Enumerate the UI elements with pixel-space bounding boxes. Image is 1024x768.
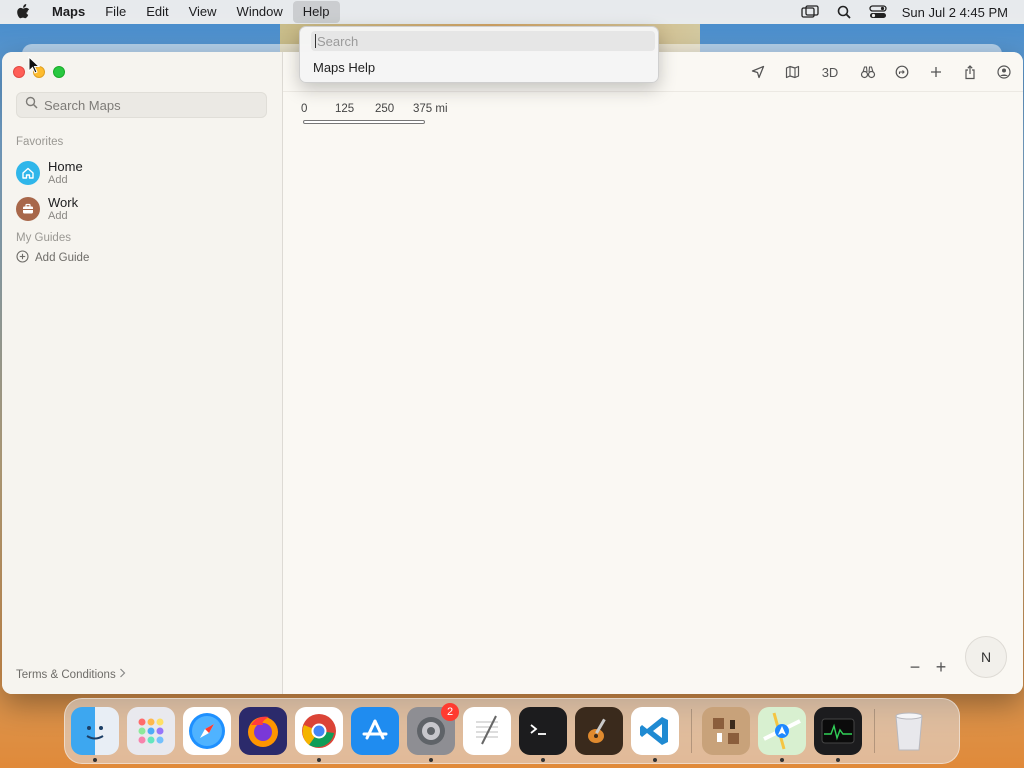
map-scale: 0 125 250 375 mi	[301, 103, 471, 124]
3d-button[interactable]: 3D	[813, 61, 847, 83]
dock-separator-2	[874, 709, 875, 753]
zoom-controls: − +	[905, 657, 951, 677]
favorite-work-sub: Add	[48, 210, 68, 222]
favorite-work[interactable]: Work Add	[16, 195, 78, 223]
menu-file[interactable]: File	[95, 1, 136, 23]
chess-icon[interactable]	[702, 707, 750, 755]
dock: 2	[64, 698, 960, 764]
apple-menu-icon[interactable]	[16, 4, 42, 20]
activity-monitor-icon[interactable]	[814, 707, 862, 762]
terms-and-conditions-link[interactable]: Terms & Conditions	[16, 668, 126, 681]
chevron-right-icon	[119, 668, 126, 681]
terminal-icon[interactable]	[519, 707, 567, 762]
trash-icon[interactable]	[885, 707, 933, 755]
help-search-field[interactable]	[311, 31, 655, 51]
favorites-section-label: Favorites	[16, 136, 64, 148]
map-mode-icon[interactable]	[779, 61, 805, 83]
zoom-in-button[interactable]: +	[931, 657, 951, 677]
firefox-icon[interactable]	[239, 707, 287, 755]
launchpad-icon[interactable]	[127, 707, 175, 755]
compass[interactable]: N	[965, 636, 1007, 678]
favorite-home-sub: Add	[48, 174, 68, 186]
help-search-input[interactable]	[317, 33, 647, 49]
home-icon	[16, 161, 40, 185]
text-caret	[315, 34, 316, 48]
close-button[interactable]	[13, 66, 25, 78]
help-menu-dropdown: Maps Help	[299, 26, 659, 83]
add-guide-label: Add Guide	[35, 252, 90, 264]
account-icon[interactable]	[991, 61, 1017, 83]
my-guides-section-label: My Guides	[16, 232, 71, 244]
search-icon	[25, 96, 38, 114]
maps-icon[interactable]	[758, 707, 806, 762]
briefcase-icon	[16, 197, 40, 221]
plus-circle-icon	[16, 250, 29, 266]
look-around-binoculars-icon[interactable]	[855, 61, 881, 83]
sidebar: Favorites Home Add Work Add My Guides	[2, 52, 283, 694]
favorite-home[interactable]: Home Add	[16, 159, 83, 187]
maps-window: Favorites Home Add Work Add My Guides	[2, 52, 1023, 694]
app-store-icon[interactable]	[351, 707, 399, 755]
status-area: Sun Jul 2 4:45 PM	[800, 0, 1008, 24]
search-maps-input[interactable]	[44, 97, 254, 113]
map-area[interactable]: 3D 0 125 250 375 mi − + N	[283, 52, 1023, 694]
scale-label-0: 0	[301, 103, 308, 115]
scale-bar	[303, 120, 425, 124]
mouse-pointer-icon	[28, 55, 41, 79]
favorite-home-label: Home	[48, 159, 83, 174]
add-plus-icon[interactable]	[923, 61, 949, 83]
add-guide-button[interactable]: Add Guide	[16, 250, 89, 266]
control-center-icon[interactable]	[868, 4, 888, 20]
terms-label: Terms & Conditions	[16, 668, 116, 681]
garageband-icon[interactable]	[575, 707, 623, 755]
menu-app-maps[interactable]: Maps	[42, 1, 95, 23]
location-arrow-icon[interactable]	[745, 61, 771, 83]
dock-separator	[691, 709, 692, 753]
textedit-icon[interactable]	[463, 707, 511, 755]
zoom-out-button[interactable]: −	[905, 657, 925, 677]
safari-icon[interactable]	[183, 707, 231, 755]
menu-bar: Maps File Edit View Window Help Sun Jul …	[0, 0, 1024, 24]
favorite-work-label: Work	[48, 195, 79, 210]
menu-view[interactable]: View	[179, 1, 227, 23]
system-settings-icon[interactable]: 2	[407, 703, 459, 762]
vscode-icon[interactable]	[631, 707, 679, 762]
search-maps-field[interactable]	[16, 92, 267, 118]
menubar-clock[interactable]: Sun Jul 2 4:45 PM	[902, 5, 1008, 20]
share-icon[interactable]	[957, 61, 983, 83]
maximize-button[interactable]	[53, 66, 65, 78]
chrome-icon[interactable]	[295, 707, 343, 762]
spotlight-search-icon[interactable]	[834, 4, 854, 20]
compass-north-label: N	[980, 649, 992, 665]
scale-label-375: 375 mi	[413, 103, 448, 115]
scale-label-250: 250	[375, 103, 395, 115]
finder-icon[interactable]	[71, 707, 119, 762]
menu-edit[interactable]: Edit	[136, 1, 178, 23]
screen-mirroring-icon[interactable]	[800, 4, 820, 20]
help-menu-item-maps-help[interactable]: Maps Help	[313, 60, 375, 75]
menu-help[interactable]: Help	[292, 1, 340, 23]
directions-icon[interactable]	[889, 61, 915, 83]
settings-notification-badge: 2	[441, 703, 459, 721]
scale-label-125: 125	[335, 103, 355, 115]
menu-window[interactable]: Window	[227, 1, 293, 23]
